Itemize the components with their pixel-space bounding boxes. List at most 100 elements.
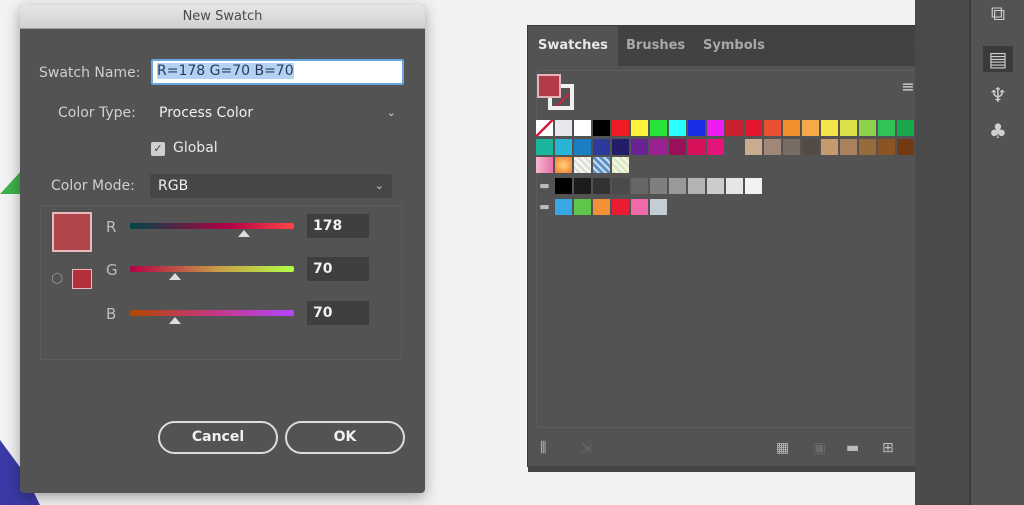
swatch[interactable] <box>859 120 876 136</box>
swatch[interactable] <box>593 199 610 215</box>
swatch[interactable] <box>536 157 553 173</box>
swatch[interactable] <box>878 120 895 136</box>
swatch-row: ▬ <box>536 178 762 194</box>
swatch[interactable] <box>688 139 705 155</box>
tab-swatches[interactable]: Swatches <box>528 26 618 66</box>
r-value-field[interactable]: 178 <box>307 214 369 238</box>
color-mode-select[interactable]: RGB ⌄ <box>150 174 392 198</box>
panel-resize-grip[interactable] <box>528 466 964 472</box>
swatch[interactable] <box>688 120 705 136</box>
g-slider-thumb[interactable] <box>169 273 182 280</box>
swatch[interactable] <box>593 120 610 136</box>
r-slider-thumb[interactable] <box>238 230 251 237</box>
gamut-correction-swatch[interactable] <box>72 269 92 289</box>
swatch[interactable] <box>802 120 819 136</box>
tab-brushes[interactable]: Brushes <box>616 26 695 66</box>
swatch[interactable] <box>726 120 743 136</box>
swatch[interactable] <box>726 178 743 194</box>
swatch[interactable] <box>783 120 800 136</box>
swatch[interactable] <box>650 139 667 155</box>
swatch[interactable] <box>555 178 572 194</box>
swatch[interactable] <box>650 199 667 215</box>
swatch-libraries-menu-icon[interactable]: ⫼ <box>540 440 546 456</box>
b-slider-thumb[interactable] <box>169 317 182 324</box>
swatch[interactable] <box>574 139 591 155</box>
swatch[interactable] <box>536 139 553 155</box>
swatch[interactable] <box>840 139 857 155</box>
swatch[interactable] <box>555 199 572 215</box>
swatch[interactable] <box>593 157 610 173</box>
swatch[interactable] <box>631 178 648 194</box>
color-type-select[interactable]: Process Color ⌄ <box>151 101 404 125</box>
swatch[interactable] <box>897 120 914 136</box>
swatch-options-icon[interactable]: ▣ <box>813 440 826 456</box>
swatch[interactable] <box>574 157 591 173</box>
swatch[interactable] <box>536 120 553 136</box>
color-type-label: Color Type: <box>58 105 136 121</box>
swatch[interactable] <box>688 178 705 194</box>
swatch[interactable] <box>612 178 629 194</box>
ok-button[interactable]: OK <box>285 421 405 454</box>
tab-symbols[interactable]: Symbols <box>693 26 775 66</box>
out-of-gamut-cube-icon[interactable]: ⬡ <box>51 271 63 287</box>
swatch-name-input[interactable]: R=178 G=70 B=70 <box>151 59 404 85</box>
swatch[interactable] <box>859 139 876 155</box>
swatch[interactable] <box>593 178 610 194</box>
swatch[interactable] <box>745 139 762 155</box>
swatch[interactable] <box>631 120 648 136</box>
swatch[interactable] <box>764 120 781 136</box>
global-checkbox[interactable]: ✓ <box>151 142 165 156</box>
swatch[interactable] <box>631 139 648 155</box>
show-swatch-kinds-icon[interactable]: ▦ <box>776 440 789 456</box>
swatch[interactable] <box>821 139 838 155</box>
color-preview-swatch <box>52 212 92 252</box>
color-group-folder-icon[interactable]: ▬ <box>536 199 553 215</box>
b-slider[interactable] <box>130 310 294 316</box>
color-group-folder-icon[interactable]: ▬ <box>536 178 553 194</box>
r-slider[interactable] <box>130 223 294 229</box>
swatch[interactable] <box>593 139 610 155</box>
swatch[interactable] <box>783 139 800 155</box>
swatch[interactable] <box>707 120 724 136</box>
swatch[interactable] <box>631 199 648 215</box>
cancel-button[interactable]: Cancel <box>158 421 278 454</box>
swatch[interactable] <box>840 120 857 136</box>
swatch[interactable] <box>707 178 724 194</box>
g-slider[interactable] <box>130 266 294 272</box>
layers-icon[interactable]: ⧉ <box>983 0 1013 26</box>
swatch[interactable] <box>574 178 591 194</box>
swatch[interactable] <box>555 139 572 155</box>
swatch[interactable] <box>650 178 667 194</box>
swatch[interactable] <box>802 139 819 155</box>
swatch[interactable] <box>612 120 629 136</box>
symbols-icon[interactable]: ♣ <box>983 118 1013 144</box>
g-value-field[interactable]: 70 <box>307 257 369 281</box>
swatch[interactable] <box>821 120 838 136</box>
swatch[interactable] <box>555 157 572 173</box>
swatch[interactable] <box>764 139 781 155</box>
r-label: R <box>106 218 117 236</box>
swatch[interactable] <box>745 120 762 136</box>
swatch[interactable] <box>574 120 591 136</box>
place-swatch-icon[interactable]: ⇲ <box>580 440 592 456</box>
swatch[interactable] <box>669 178 686 194</box>
swatch[interactable] <box>555 120 572 136</box>
swatch[interactable] <box>878 139 895 155</box>
swatch[interactable] <box>707 139 724 155</box>
swatch[interactable] <box>574 199 591 215</box>
swatch[interactable] <box>650 120 667 136</box>
swatch[interactable] <box>669 139 686 155</box>
swatch[interactable] <box>897 139 914 155</box>
swatch[interactable] <box>612 199 629 215</box>
swatches-icon[interactable]: ▤ <box>983 46 1013 72</box>
swatch[interactable] <box>669 120 686 136</box>
brushes-icon[interactable]: ♆ <box>983 82 1013 108</box>
b-value-field[interactable]: 70 <box>307 301 369 325</box>
b-label: B <box>106 305 117 323</box>
swatch[interactable] <box>612 139 629 155</box>
swatch[interactable] <box>612 157 629 173</box>
fill-indicator[interactable] <box>537 74 561 98</box>
new-swatch-icon[interactable]: ⊞ <box>882 440 894 456</box>
swatch[interactable] <box>745 178 762 194</box>
new-color-group-folder-icon[interactable]: ▬ <box>846 440 859 456</box>
